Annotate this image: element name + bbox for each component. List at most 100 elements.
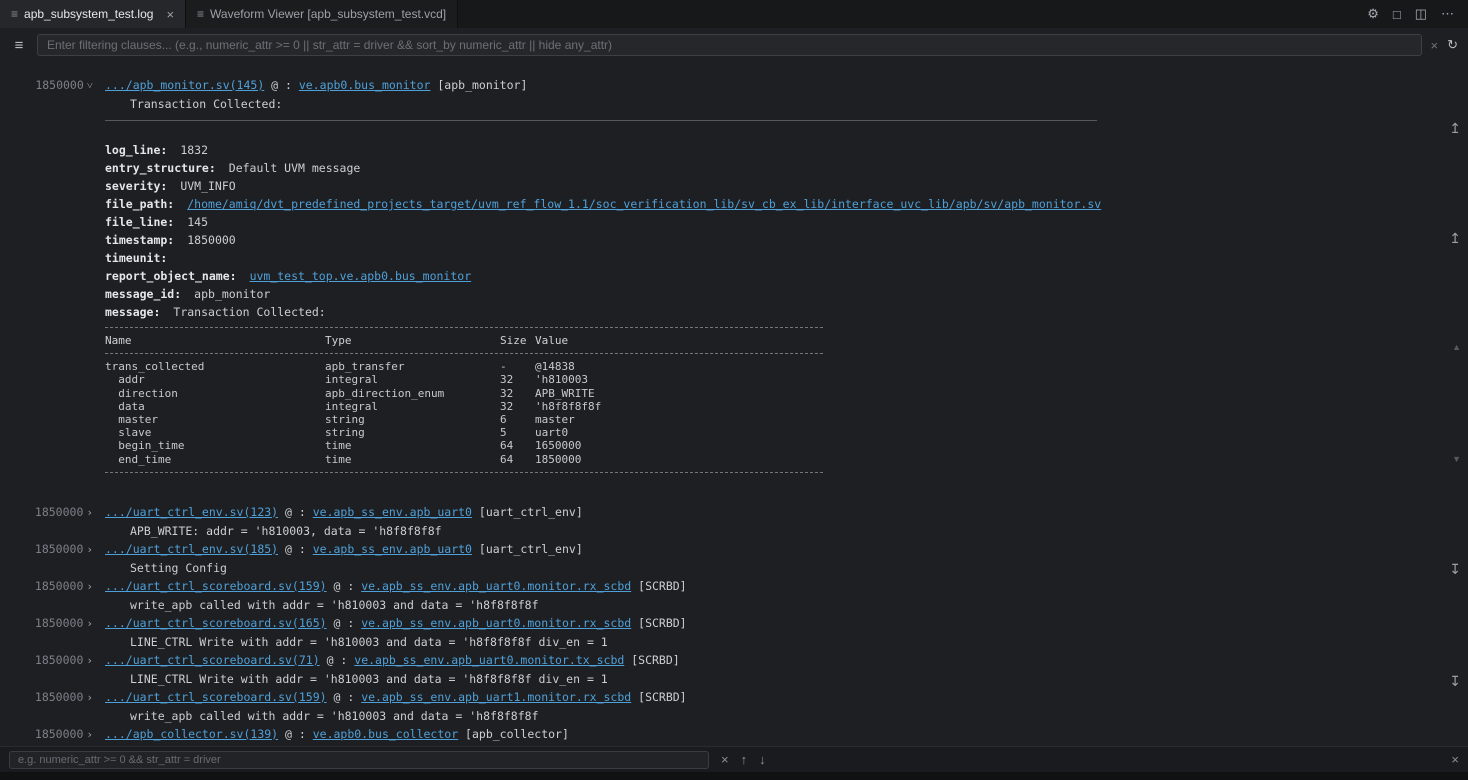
field-label: report_object_name: [105,269,237,283]
entry-message: APB_WRITE: addr = 'h810003, data = 'h8f8… [130,522,442,540]
entry-header-line: 1850000› .../uart_ctrl_scoreboard.sv(159… [0,688,1468,707]
float-window-icon[interactable]: □ [1393,7,1401,22]
component-tag-label: [SCRBD] [624,653,679,667]
cell-size: 32 [500,373,535,386]
entry-timestamp: 1850000 [35,727,83,741]
cell-value: 1650000 [535,439,1468,452]
log-file-icon: ≡ [197,7,204,21]
table-header-name: Name [105,334,325,347]
bottom-edge-strip [0,772,1468,780]
chevron-right-icon: › [86,728,93,741]
cell-value: APB_WRITE [535,387,1468,400]
scroll-marker-top-icon[interactable]: ↥ [1449,121,1461,135]
field-value-link[interactable]: /home/amiq/dvt_predefined_projects_targe… [187,197,1101,211]
field-value-link[interactable]: uvm_test_top.ve.apb0.bus_monitor [250,269,472,283]
table-header-value: Value [535,334,1468,347]
tabbar-actions: ⚙ □ ◫ ⋯ [1367,0,1468,28]
report-object-link[interactable]: ve.apb0.bus_collector [313,727,458,741]
cell-name: trans_collected [105,360,325,373]
log-content: 1850000˅ .../apb_monitor.sv(145) @ : ve.… [0,62,1468,746]
report-object-link[interactable]: ve.apb_ss_env.apb_uart1.monitor.rx_scbd [361,690,631,704]
entry-header-line: 1850000› .../uart_ctrl_scoreboard.sv(71)… [0,651,1468,670]
detail-field: log_line:1832 [105,141,1468,159]
cell-name: master [105,413,325,426]
settings-gear-icon[interactable]: ⚙ [1367,6,1379,22]
cell-name: direction [105,387,325,400]
cell-name: addr [105,373,325,386]
table-row: direction apb_direction_enum 32 APB_WRIT… [105,387,1468,400]
filter-input[interactable] [37,34,1422,56]
entry-timestamp: 1850000 [35,690,83,704]
report-object-link[interactable]: ve.apb_ss_env.apb_uart0 [313,542,472,556]
report-object-link[interactable]: ve.apb0.bus_monitor [299,78,431,92]
component-tag-label: [apb_collector] [458,727,569,741]
scroll-marker-up-icon[interactable]: ▲ [1452,340,1461,354]
scroll-marker-bottom-icon[interactable]: ↧ [1449,562,1461,576]
source-file-link[interactable]: .../apb_monitor.sv(145) [105,78,264,92]
cell-type: integral [325,373,500,386]
entry-expand-toggle[interactable]: 1850000› [0,503,105,522]
entry-expand-toggle[interactable]: 1850000› [0,725,105,744]
report-object-link[interactable]: ve.apb_ss_env.apb_uart0.monitor.rx_scbd [361,616,631,630]
split-editor-icon[interactable]: ◫ [1415,6,1427,22]
source-file-link[interactable]: .../uart_ctrl_scoreboard.sv(71) [105,653,320,667]
chevron-right-icon: › [86,654,93,667]
source-file-link[interactable]: .../uart_ctrl_scoreboard.sv(165) [105,616,327,630]
entry-expand-toggle[interactable]: 1850000› [0,651,105,670]
entry-header: .../apb_collector.sv(139) @ : ve.apb0.bu… [105,725,569,744]
detail-field: message_id:apb_monitor [105,285,1468,303]
field-label: message: [105,305,160,319]
editor-tab[interactable]: ≡ Waveform Viewer [apb_subsystem_test.vc… [186,0,458,28]
scroll-marker-down-icon[interactable]: ▼ [1452,452,1461,466]
cell-value: 'h8f8f8f8f [535,400,1468,413]
source-file-link[interactable]: .../apb_collector.sv(139) [105,727,278,741]
cell-size: 64 [500,439,535,452]
filter-menu-icon[interactable]: ≡ [10,37,28,54]
log-entry: 1850000› .../apb_collector.sv(139) @ : v… [0,725,1468,746]
at-separator: @ : [278,505,313,519]
next-match-icon[interactable]: ↓ [759,752,766,767]
at-separator: @ : [264,78,299,92]
field-label: timestamp: [105,233,174,247]
scroll-marker-top-icon[interactable]: ↥ [1449,231,1461,245]
more-actions-icon[interactable]: ⋯ [1441,6,1454,22]
report-object-link[interactable]: ve.apb_ss_env.apb_uart0 [313,505,472,519]
scroll-marker-bottom-icon[interactable]: ↧ [1449,674,1461,688]
refresh-icon[interactable]: ↻ [1447,37,1458,53]
component-tag-label: [apb_monitor] [437,78,527,92]
table-row: trans_collected apb_transfer - @14838 [105,360,1468,373]
table-row: begin_time time 64 1650000 [105,439,1468,452]
previous-match-icon[interactable]: ↑ [741,752,748,767]
clear-search-icon[interactable]: × [721,752,729,767]
close-tab-icon[interactable]: × [166,7,174,22]
entry-expand-toggle[interactable]: 1850000› [0,688,105,707]
source-file-link[interactable]: .../uart_ctrl_env.sv(123) [105,505,278,519]
entry-expand-toggle[interactable]: 1850000› [0,540,105,559]
entry-expand-toggle[interactable]: 1850000› [0,614,105,633]
source-file-link[interactable]: .../uart_ctrl_scoreboard.sv(159) [105,690,327,704]
clear-filter-icon[interactable]: × [1431,38,1439,53]
cell-size: 5 [500,426,535,439]
entry-message: LINE_CTRL Write with addr = 'h810003 and… [130,670,608,688]
field-label: file_line: [105,215,174,229]
entry-header-line: 1850000› .../uart_ctrl_env.sv(123) @ : v… [0,503,1468,522]
report-object-link[interactable]: ve.apb_ss_env.apb_uart0.monitor.tx_scbd [354,653,624,667]
field-value: apb_monitor [194,287,270,301]
editor-tab[interactable]: ≡ apb_subsystem_test.log × [0,0,186,28]
bottom-search-input[interactable] [9,751,709,769]
entry-expand-toggle[interactable]: 1850000› [0,577,105,596]
component-tag-label: [SCRBD] [631,579,686,593]
entry-collapse-toggle[interactable]: 1850000˅ [0,76,105,95]
report-object-link[interactable]: ve.apb_ss_env.apb_uart0.monitor.rx_scbd [361,579,631,593]
entry-message-line: Setting Config [0,559,1468,577]
source-file-link[interactable]: .../uart_ctrl_scoreboard.sv(159) [105,579,327,593]
field-value: 145 [187,215,208,229]
gutter-spacer [0,95,105,113]
dashed-separator [105,472,823,473]
source-file-link[interactable]: .../uart_ctrl_env.sv(185) [105,542,278,556]
gutter-spacer [0,744,105,746]
entry-message: Transfer collected : [130,744,268,746]
entry-header: .../uart_ctrl_scoreboard.sv(165) @ : ve.… [105,614,687,633]
entry-message-line: write_apb called with addr = 'h810003 an… [0,596,1468,614]
close-search-bar-icon[interactable]: × [1451,752,1459,767]
